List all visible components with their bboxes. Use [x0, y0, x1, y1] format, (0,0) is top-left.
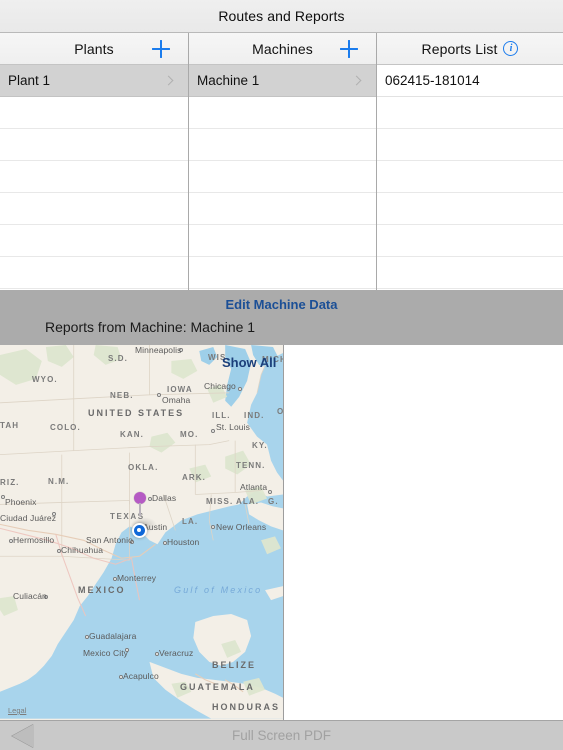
city-dot	[52, 512, 56, 516]
three-column-browser: Plants Plant 1 Machines Machine 1 Report…	[0, 33, 563, 290]
table-row[interactable]	[0, 129, 188, 161]
city-dot	[238, 387, 242, 391]
reports-row-list: 062415-181014	[377, 65, 563, 289]
city-dot	[119, 675, 123, 679]
table-row[interactable]	[0, 161, 188, 193]
city-dot	[1, 495, 5, 499]
city-dot	[130, 540, 134, 544]
reports-header-label: Reports List	[421, 40, 498, 57]
machines-header: Machines	[189, 33, 376, 65]
column-reports: Reports List i 062415-181014	[376, 33, 563, 290]
info-circle-icon[interactable]: i	[503, 41, 519, 56]
table-row[interactable]	[377, 97, 563, 129]
plants-header: Plants	[0, 33, 188, 65]
report-pin-stick	[139, 503, 141, 516]
map-view[interactable]: S.D. WIS. WYO. NEB. IOWA ILL. IND. TAH C…	[0, 345, 284, 720]
chevron-right-icon	[163, 75, 174, 86]
city-dot	[179, 348, 183, 352]
page-title: Routes and Reports	[218, 8, 345, 24]
table-row[interactable]: Plant 1	[0, 65, 188, 97]
table-row[interactable]	[189, 193, 376, 225]
column-plants: Plants Plant 1	[0, 33, 188, 290]
table-row[interactable]	[377, 257, 563, 289]
city-dot	[163, 541, 167, 545]
table-row[interactable]	[189, 97, 376, 129]
city-dot	[211, 429, 215, 433]
show-all-button[interactable]: Show All	[222, 355, 276, 370]
window-title-bar: Routes and Reports	[0, 0, 563, 33]
reports-header: Reports List i	[377, 33, 563, 65]
map-legal-link[interactable]: Legal	[8, 706, 26, 715]
city-dot	[125, 648, 129, 652]
city-dot	[57, 549, 61, 553]
city-dot	[148, 497, 152, 501]
column-machines: Machines Machine 1	[188, 33, 376, 290]
city-dot	[113, 577, 117, 581]
bottom-toolbar: Full Screen PDF	[0, 720, 563, 750]
city-dot	[268, 490, 272, 494]
table-row[interactable]	[189, 161, 376, 193]
table-row[interactable]	[189, 225, 376, 257]
table-row[interactable]	[377, 193, 563, 225]
city-dot	[155, 652, 159, 656]
row-label: Plant 1	[8, 73, 51, 88]
plants-row-list: Plant 1	[0, 65, 188, 289]
city-dot	[157, 393, 161, 397]
city-dot	[9, 539, 13, 543]
info-glyph: i	[509, 42, 513, 54]
city-dot	[44, 595, 48, 599]
report-pin[interactable]	[134, 492, 146, 516]
table-row[interactable]	[377, 161, 563, 193]
table-row[interactable]	[0, 225, 188, 257]
table-row[interactable]: Machine 1	[189, 65, 376, 97]
plus-icon-machines[interactable]	[340, 39, 358, 58]
table-row[interactable]	[189, 257, 376, 289]
map-and-detail-area: S.D. WIS. WYO. NEB. IOWA ILL. IND. TAH C…	[0, 345, 563, 720]
table-row[interactable]	[377, 225, 563, 257]
reports-from-machine-label: Reports from Machine: Machine 1	[45, 319, 256, 335]
table-row[interactable]	[377, 129, 563, 161]
table-row[interactable]: 062415-181014	[377, 65, 563, 97]
report-detail-pane	[284, 345, 563, 720]
machine-action-band: Edit Machine Data Reports from Machine: …	[0, 290, 563, 345]
current-location-center	[137, 528, 141, 532]
plus-icon-plants[interactable]	[152, 39, 170, 58]
table-row[interactable]	[0, 193, 188, 225]
machines-row-list: Machine 1	[189, 65, 376, 289]
table-row[interactable]	[189, 129, 376, 161]
plants-header-label: Plants	[74, 40, 114, 57]
edit-machine-data-link[interactable]: Edit Machine Data	[0, 297, 563, 312]
machines-header-label: Machines	[252, 40, 313, 57]
chevron-right-icon	[351, 75, 362, 86]
row-label: 062415-181014	[385, 73, 480, 88]
city-dot	[85, 635, 89, 639]
current-location-dot	[132, 523, 147, 538]
app-root: Routes and Reports Plants Plant 1 Machin…	[0, 0, 563, 750]
full-screen-pdf-button[interactable]: Full Screen PDF	[0, 728, 563, 743]
table-row[interactable]	[0, 97, 188, 129]
table-row[interactable]	[0, 257, 188, 289]
city-dot	[211, 525, 215, 529]
row-label: Machine 1	[197, 73, 260, 88]
current-location-pin[interactable]	[132, 523, 147, 538]
